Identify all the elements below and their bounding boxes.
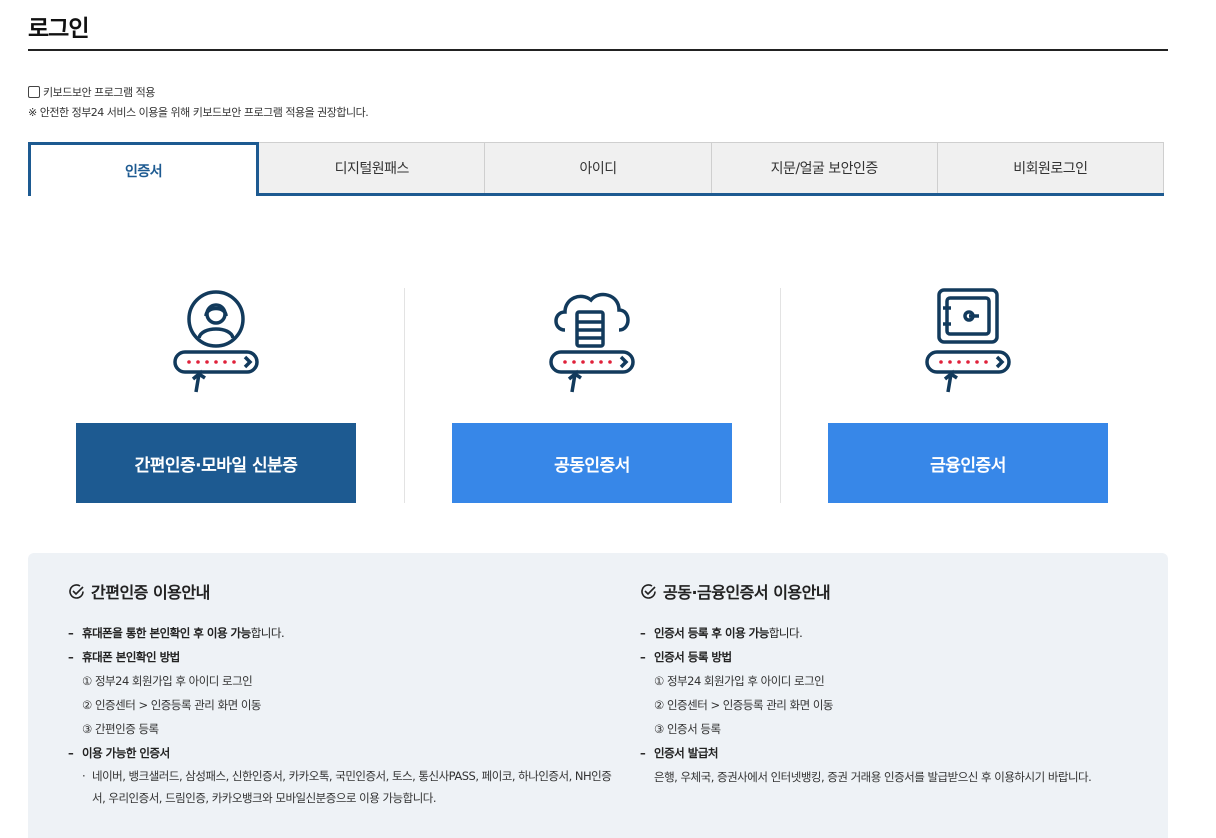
certificate-options: 간편인증·모바일 신분증 공동인증서 금융인증서 — [28, 288, 1168, 503]
financial-certificate-card: 금융인증서 — [828, 288, 1108, 503]
guide-step: ① 정부24 회원가입 후 아이디 로그인 — [654, 674, 825, 688]
guide-item: – 인증서 등록 후 이용 가능합니다. — [640, 626, 803, 640]
login-method-tabs: 인증서 디지털원패스 아이디 지문/얼굴 보안인증 비회원로그인 — [28, 142, 1165, 196]
joint-certificate-card: 공동인증서 — [452, 288, 732, 503]
safe-password-icon — [925, 288, 1011, 393]
guide-item: – 인증서 발급처 — [640, 746, 718, 760]
check-circle-icon — [69, 583, 84, 599]
financial-certificate-button[interactable]: 금융인증서 — [828, 423, 1108, 503]
guide-step: ② 인증센터 > 인증등록 관리 화면 이동 — [654, 698, 834, 712]
guide-item: – 휴대폰 본인확인 방법 — [68, 650, 180, 664]
simple-auth-guide: 간편인증 이용안내 – 휴대폰을 통한 본인확인 후 이용 가능합니다. – 휴대폰… — [68, 579, 628, 809]
available-certificates-list: · 네이버, 뱅크샐러드, 삼성패스, 신한인증서, 카카오톡, 국민인증서, 토… — [82, 769, 612, 805]
tab-certificate[interactable]: 인증서 — [28, 142, 260, 196]
guide-item: – 인증서 등록 방법 — [640, 650, 732, 664]
keyboard-security-note: ※ 안전한 정부24 서비스 이용을 위해 키보드보안 프로그램 적용을 권장합… — [28, 106, 369, 119]
cloud-server-password-icon — [549, 292, 635, 393]
guide-step: ③ 간편인증 등록 — [82, 722, 159, 736]
keyboard-security-checkbox[interactable] — [28, 86, 40, 98]
simple-auth-button[interactable]: 간편인증·모바일 신분증 — [76, 423, 356, 503]
card-divider — [404, 288, 405, 503]
user-password-icon — [173, 290, 259, 393]
simple-auth-card: 간편인증·모바일 신분증 — [76, 288, 356, 503]
joint-certificate-button[interactable]: 공동인증서 — [452, 423, 732, 503]
guide-step: ③ 인증서 등록 — [654, 722, 721, 736]
usage-guide-panel: 간편인증 이용안내 – 휴대폰을 통한 본인확인 후 이용 가능합니다. – 휴대폰… — [28, 553, 1168, 838]
keyboard-security-label[interactable]: 키보드보안 프로그램 적용 — [43, 84, 155, 100]
page-title: 로그인 — [28, 16, 89, 42]
tab-biometric[interactable]: 지문/얼굴 보안인증 — [711, 142, 938, 193]
joint-financial-guide: 공동·금융인증서 이용안내 – 인증서 등록 후 이용 가능합니다. – 인증서 등… — [640, 579, 1200, 789]
joint-financial-guide-title: 공동·금융인증서 이용안내 — [640, 579, 1200, 603]
guide-item: – 휴대폰을 통한 본인확인 후 이용 가능합니다. — [68, 626, 285, 640]
issuer-description: 은행, 우체국, 증권사에서 인터넷뱅킹, 증권 거래용 인증서를 발급받으신 … — [654, 770, 1092, 784]
tab-digital-onepass[interactable]: 디지털원패스 — [259, 142, 486, 193]
check-circle-icon — [641, 583, 656, 599]
simple-auth-guide-title: 간편인증 이용안내 — [68, 579, 628, 603]
guide-item: – 이용 가능한 인증서 — [68, 746, 170, 760]
tab-id[interactable]: 아이디 — [485, 142, 712, 193]
title-divider — [28, 49, 1168, 51]
guide-step: ② 인증센터 > 인증등록 관리 화면 이동 — [82, 698, 262, 712]
tab-non-member[interactable]: 비회원로그인 — [937, 142, 1165, 193]
card-divider — [780, 288, 781, 503]
guide-step: ① 정부24 회원가입 후 아이디 로그인 — [82, 674, 253, 688]
keyboard-security-option[interactable]: 키보드보안 프로그램 적용 — [28, 84, 155, 100]
